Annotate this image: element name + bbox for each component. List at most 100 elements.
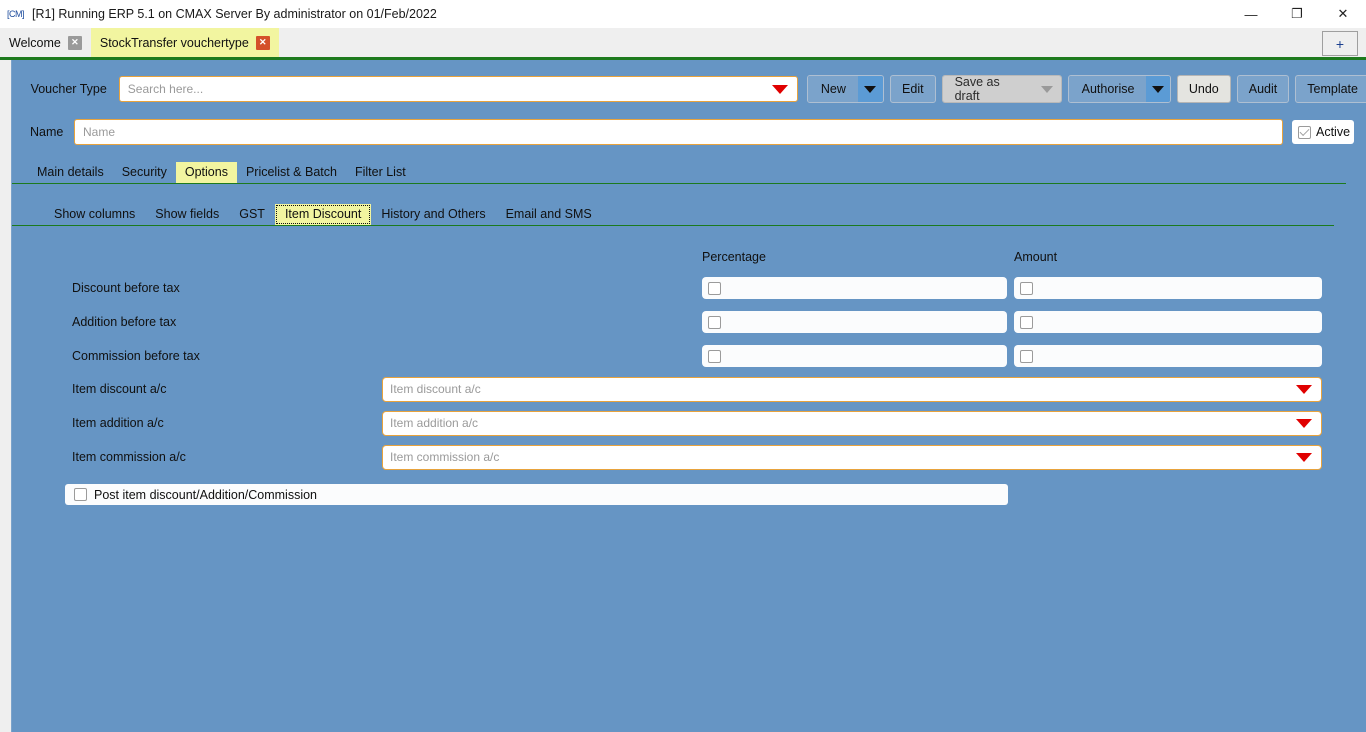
document-tabstrip: Welcome ✕ StockTransfer vouchertype ✕ + <box>0 28 1366 60</box>
subtab-show-fields[interactable]: Show fields <box>145 204 229 225</box>
main-tab-bar: Main details Security Options Pricelist … <box>12 160 1346 184</box>
tab-label: StockTransfer vouchertype <box>100 36 249 50</box>
tab-main-details[interactable]: Main details <box>28 162 113 183</box>
tab-pricelist-batch[interactable]: Pricelist & Batch <box>237 162 346 183</box>
window-title: [R1] Running ERP 5.1 on CMAX Server By a… <box>32 7 437 21</box>
tab-options[interactable]: Options <box>176 162 237 183</box>
chevron-down-icon <box>1041 86 1053 93</box>
discount-before-tax-row: Discount before tax <box>12 274 1366 302</box>
name-row: Name Name Active <box>12 106 1366 146</box>
item-addition-account-input[interactable]: Item addition a/c <box>383 416 478 430</box>
chevron-down-icon[interactable] <box>1296 453 1312 462</box>
voucher-type-label: Voucher Type <box>12 82 119 96</box>
chevron-down-icon <box>864 86 876 93</box>
addition-before-tax-amount-checkbox[interactable] <box>1020 316 1033 329</box>
addition-before-tax-label: Addition before tax <box>12 315 702 329</box>
commission-before-tax-percentage-panel[interactable] <box>702 345 1007 367</box>
undo-button[interactable]: Undo <box>1177 75 1231 103</box>
commission-before-tax-amount-checkbox[interactable] <box>1020 350 1033 363</box>
new-button-label: New <box>808 76 858 102</box>
name-label: Name <box>12 125 74 139</box>
new-button[interactable]: New <box>807 75 884 103</box>
authorise-button-label: Authorise <box>1069 76 1147 102</box>
search-input[interactable]: Search here... <box>120 82 203 96</box>
chevron-down-icon[interactable] <box>1296 385 1312 394</box>
application-body: Voucher Type Search here... New Edit Sav… <box>0 60 1366 732</box>
subtab-email-and-sms[interactable]: Email and SMS <box>496 204 602 225</box>
discount-before-tax-label: Discount before tax <box>12 281 702 295</box>
edit-button[interactable]: Edit <box>890 75 936 103</box>
template-button[interactable]: Template <box>1295 75 1366 103</box>
minimize-icon[interactable]: — <box>1228 0 1274 28</box>
item-commission-account-input[interactable]: Item commission a/c <box>383 450 499 464</box>
chevron-down-icon[interactable] <box>1296 419 1312 428</box>
active-checkbox-group[interactable]: Active <box>1292 120 1354 144</box>
subtab-history-and-others[interactable]: History and Others <box>371 204 495 225</box>
close-icon[interactable]: ✕ <box>1320 0 1366 28</box>
chevron-down-icon <box>1152 86 1164 93</box>
save-as-draft-label: Save as draft <box>943 76 1033 102</box>
post-item-discount-label: Post item discount/Addition/Commission <box>94 488 317 502</box>
item-addition-account-row: Item addition a/c Item addition a/c <box>12 408 1366 438</box>
item-commission-account-row: Item commission a/c Item commission a/c <box>12 442 1366 472</box>
tab-welcome[interactable]: Welcome ✕ <box>0 28 91 57</box>
post-item-row: Post item discount/Addition/Commission <box>12 484 1366 505</box>
audit-button[interactable]: Audit <box>1237 75 1290 103</box>
column-header-row: Percentage Amount <box>12 246 1366 268</box>
subtab-item-discount[interactable]: Item Discount <box>275 204 371 225</box>
tab-label: Welcome <box>9 36 61 50</box>
discount-before-tax-amount-checkbox[interactable] <box>1020 282 1033 295</box>
post-item-discount-panel[interactable]: Post item discount/Addition/Commission <box>65 484 1008 505</box>
voucher-type-form: Voucher Type Search here... New Edit Sav… <box>11 60 1366 732</box>
addition-before-tax-percentage-panel[interactable] <box>702 311 1007 333</box>
item-commission-account-combo[interactable]: Item commission a/c <box>382 445 1322 470</box>
maximize-icon[interactable]: ❐ <box>1274 0 1320 28</box>
discount-before-tax-percentage-panel[interactable] <box>702 277 1007 299</box>
addition-before-tax-percentage-checkbox[interactable] <box>708 316 721 329</box>
save-as-draft-button[interactable]: Save as draft <box>942 75 1062 103</box>
commission-before-tax-row: Commission before tax <box>12 342 1366 370</box>
subtab-gst[interactable]: GST <box>229 204 275 225</box>
active-checkbox[interactable] <box>1298 126 1311 139</box>
percentage-column-header: Percentage <box>702 250 1014 264</box>
new-tab-button[interactable]: + <box>1322 31 1358 56</box>
item-discount-account-input[interactable]: Item discount a/c <box>383 382 481 396</box>
discount-before-tax-amount-panel[interactable] <box>1014 277 1322 299</box>
name-input-placeholder[interactable]: Name <box>75 125 115 139</box>
amount-column-header: Amount <box>1014 250 1057 264</box>
authorise-button[interactable]: Authorise <box>1068 75 1171 103</box>
item-discount-account-combo[interactable]: Item discount a/c <box>382 377 1322 402</box>
commission-before-tax-percentage-checkbox[interactable] <box>708 350 721 363</box>
addition-before-tax-amount-panel[interactable] <box>1014 311 1322 333</box>
item-discount-account-label: Item discount a/c <box>12 382 382 396</box>
new-dropdown-toggle[interactable] <box>858 76 883 102</box>
commission-before-tax-label: Commission before tax <box>12 349 702 363</box>
subtab-show-columns[interactable]: Show columns <box>44 204 145 225</box>
post-item-discount-checkbox[interactable] <box>74 488 87 501</box>
chevron-down-icon[interactable] <box>772 85 788 94</box>
window-controls: — ❐ ✕ <box>1228 0 1366 28</box>
tab-filter-list[interactable]: Filter List <box>346 162 415 183</box>
save-as-draft-dropdown-toggle[interactable] <box>1033 76 1061 102</box>
tab-security[interactable]: Security <box>113 162 176 183</box>
item-commission-account-label: Item commission a/c <box>12 450 382 464</box>
item-addition-account-combo[interactable]: Item addition a/c <box>382 411 1322 436</box>
item-addition-account-label: Item addition a/c <box>12 416 382 430</box>
left-gutter <box>0 60 11 732</box>
addition-before-tax-row: Addition before tax <box>12 308 1366 336</box>
item-discount-account-row: Item discount a/c Item discount a/c <box>12 374 1366 404</box>
action-button-bar: New Edit Save as draft Authorise Undo Au… <box>807 75 1366 103</box>
name-field[interactable]: Name <box>74 119 1283 145</box>
discount-before-tax-percentage-checkbox[interactable] <box>708 282 721 295</box>
active-label: Active <box>1316 125 1350 139</box>
item-discount-form: Percentage Amount Discount before tax Ad… <box>12 246 1366 505</box>
voucher-type-search-combo[interactable]: Search here... <box>119 76 798 102</box>
tab-stocktransfer-vouchertype[interactable]: StockTransfer vouchertype ✕ <box>91 28 279 57</box>
authorise-dropdown-toggle[interactable] <box>1146 76 1169 102</box>
commission-before-tax-amount-panel[interactable] <box>1014 345 1322 367</box>
tab-close-icon[interactable]: ✕ <box>256 36 270 50</box>
voucher-type-row: Voucher Type Search here... New Edit Sav… <box>12 60 1366 106</box>
window-titlebar: [CM] [R1] Running ERP 5.1 on CMAX Server… <box>0 0 1366 28</box>
sub-tab-bar: Show columns Show fields GST Item Discou… <box>12 202 1334 226</box>
tab-close-icon[interactable]: ✕ <box>68 36 82 50</box>
